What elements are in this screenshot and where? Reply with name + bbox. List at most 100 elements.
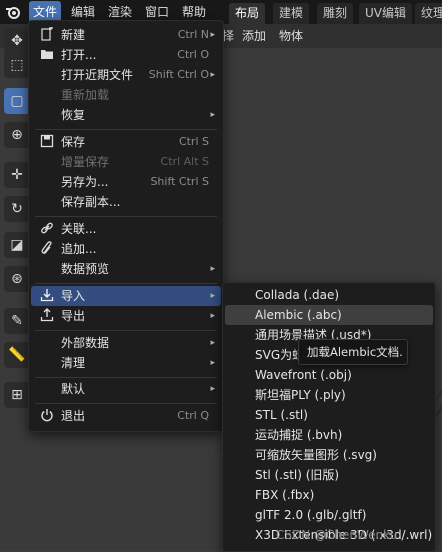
menu-item-label: 保存副本... — [61, 195, 121, 209]
tool-cursor[interactable]: ⊕ — [4, 122, 30, 148]
menu-item-revert[interactable]: 重新加载 — [31, 85, 221, 105]
tool-rotate[interactable]: ↻ — [4, 196, 30, 222]
paperclip-icon — [39, 241, 55, 257]
menu-item-save[interactable]: 保存 Ctrl S — [31, 132, 221, 152]
viewport-menu-object[interactable]: 物体 — [279, 24, 303, 48]
menu-item-export[interactable]: 导出 ▸ — [31, 306, 221, 326]
import-item-fbx[interactable]: FBX (.fbx) — [225, 485, 433, 505]
tab-uv-editing[interactable]: UV编辑 — [359, 3, 412, 24]
tool-scale[interactable]: ◪ — [4, 232, 30, 258]
menu-item-label: 斯坦福PLY (.ply) — [255, 388, 346, 402]
chevron-right-icon: ▸ — [210, 70, 215, 80]
menu-item-label: 打开... — [61, 48, 97, 62]
tab-layout[interactable]: 布局 — [229, 3, 266, 24]
menu-item-label: 外部数据 — [61, 336, 110, 350]
menu-item-label: Wavefront (.obj) — [255, 368, 352, 382]
menu-item-shortcut: Shift Ctrl S — [150, 175, 209, 188]
tool-tweak[interactable]: ✥ — [4, 28, 30, 54]
menu-item-open[interactable]: 打开... Ctrl O — [31, 45, 221, 65]
import-item-stl[interactable]: STL (.stl) — [225, 405, 433, 425]
new-file-icon — [39, 26, 55, 43]
chevron-right-icon: ▸ — [210, 311, 215, 321]
tool-add-cube[interactable]: ⊞ — [4, 382, 30, 408]
tool-annotate[interactable]: ✎ — [4, 308, 30, 334]
menu-item-label: 可缩放矢量图形 (.svg) — [255, 448, 377, 462]
menu-item-label: 打开近期文件 — [61, 68, 134, 82]
menu-divider — [35, 129, 217, 130]
menu-item-shortcut: Ctrl S — [178, 135, 209, 148]
menu-item-label: 关联... — [61, 222, 97, 236]
menu-item-save-copy[interactable]: 保存副本... — [31, 192, 221, 212]
import-submenu: Collada (.dae) Alembic (.abc) 通用场景描述 (.u… — [222, 282, 436, 552]
menu-item-label: 重新加载 — [61, 88, 110, 102]
menu-item-clean-up[interactable]: 清理 ▸ — [31, 353, 221, 373]
chevron-right-icon: ▸ — [210, 384, 215, 394]
menu-item-label: 默认 — [61, 382, 86, 396]
menu-item-external-data[interactable]: 外部数据 ▸ — [31, 333, 221, 353]
menu-item-label: SVG为蜡 — [255, 348, 305, 362]
import-item-stl-legacy[interactable]: Stl (.stl) (旧版) — [225, 465, 433, 485]
menu-item-import[interactable]: 导入 ▸ — [31, 286, 221, 306]
menu-divider — [35, 283, 217, 284]
tab-sculpting[interactable]: 雕刻 — [317, 3, 354, 24]
tooltip-text: 加载Alembic文档. — [307, 345, 403, 359]
tooltip: 加载Alembic文档. — [298, 339, 408, 365]
menu-item-label: 另存为... — [61, 175, 109, 189]
viewport-menu-add[interactable]: 添加 — [242, 24, 266, 48]
menu-item-label: 增量保存 — [61, 155, 110, 169]
import-icon — [39, 288, 55, 304]
tool-select-active[interactable]: ▢ — [4, 88, 30, 114]
menu-item-label: 新建 — [61, 28, 86, 42]
file-menu-dropdown: 新建 Ctrl N ▸ 打开... Ctrl O 打开近期文件 Shift Ct… — [28, 20, 224, 432]
menu-item-label: 运动捕捉 (.bvh) — [255, 428, 343, 442]
import-item-gltf[interactable]: glTF 2.0 (.glb/.gltf) — [225, 505, 433, 525]
tool-transform[interactable]: ⊛ — [4, 266, 30, 292]
menu-item-label: 退出 — [61, 409, 86, 423]
menu-item-label: STL (.stl) — [255, 408, 308, 422]
blender-logo-icon[interactable] — [5, 4, 21, 20]
menu-item-new[interactable]: 新建 Ctrl N ▸ — [31, 25, 221, 45]
chevron-right-icon: ▸ — [210, 110, 215, 120]
folder-icon — [39, 47, 55, 63]
chevron-right-icon: ▸ — [210, 358, 215, 368]
menu-item-label: 追加... — [61, 242, 97, 256]
import-item-bvh[interactable]: 运动捕捉 (.bvh) — [225, 425, 433, 445]
menu-item-append[interactable]: 追加... — [31, 239, 221, 259]
menu-divider — [35, 403, 217, 404]
chevron-right-icon: ▸ — [210, 338, 215, 348]
import-item-obj[interactable]: Wavefront (.obj) — [225, 365, 433, 385]
menu-divider — [35, 377, 217, 378]
menu-item-save-as[interactable]: 另存为... Shift Ctrl S — [31, 172, 221, 192]
menu-item-defaults[interactable]: 默认 ▸ — [31, 379, 221, 399]
import-item-alembic[interactable]: Alembic (.abc) — [225, 305, 433, 325]
menu-item-shortcut: Shift Ctrl O — [148, 68, 209, 81]
menu-item-open-recent[interactable]: 打开近期文件 Shift Ctrl O ▸ — [31, 65, 221, 85]
import-item-ply[interactable]: 斯坦福PLY (.ply) — [225, 385, 433, 405]
chevron-right-icon: ▸ — [210, 291, 215, 301]
menu-item-save-incremental[interactable]: 增量保存 Ctrl Alt S — [31, 152, 221, 172]
tool-move[interactable]: ✛ — [4, 162, 30, 188]
menu-item-label: glTF 2.0 (.glb/.gltf) — [255, 508, 367, 522]
menu-item-shortcut: Ctrl O — [177, 48, 209, 61]
menu-divider — [35, 216, 217, 217]
menu-item-quit[interactable]: 退出 Ctrl Q — [31, 406, 221, 426]
tool-select-box[interactable]: ⬚ — [4, 52, 30, 78]
tab-modeling[interactable]: 建模 — [273, 3, 310, 24]
menu-item-recover[interactable]: 恢复 ▸ — [31, 105, 221, 125]
export-icon — [39, 308, 55, 324]
menu-item-data-previews[interactable]: 数据预览 ▸ — [31, 259, 221, 279]
power-icon — [39, 408, 55, 424]
menu-item-label: 清理 — [61, 356, 86, 370]
tool-measure[interactable]: 📏 — [4, 342, 30, 368]
menu-item-label: FBX (.fbx) — [255, 488, 315, 502]
tab-texture-paint[interactable]: 纹理 — [415, 3, 442, 24]
import-item-collada[interactable]: Collada (.dae) — [225, 285, 433, 305]
menu-item-label: 导出 — [61, 309, 86, 323]
menu-item-shortcut: Ctrl N — [177, 28, 209, 41]
save-icon — [39, 134, 55, 150]
menu-item-label: 导入 — [61, 289, 86, 303]
chevron-right-icon: ▸ — [210, 264, 215, 274]
import-item-svg[interactable]: 可缩放矢量图形 (.svg) — [225, 445, 433, 465]
menu-item-label: Stl (.stl) (旧版) — [255, 468, 340, 482]
menu-item-link[interactable]: 关联... — [31, 219, 221, 239]
